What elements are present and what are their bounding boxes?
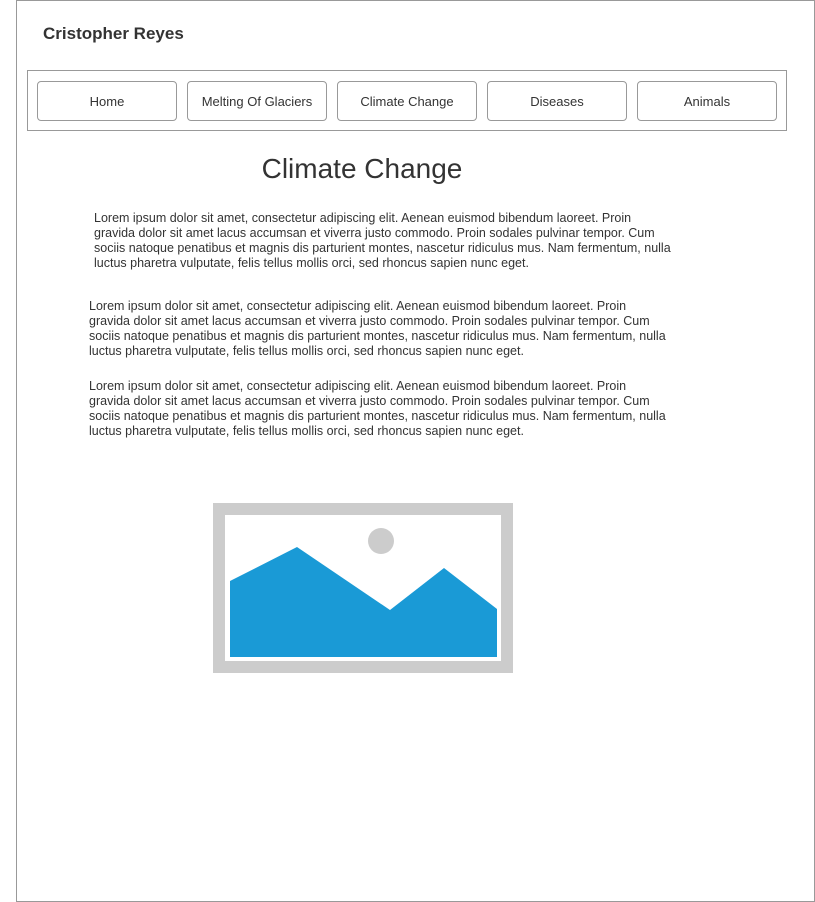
page: Cristopher Reyes Home Melting Of Glacier… <box>0 0 815 902</box>
body-paragraph: Lorem ipsum dolor sit amet, consectetur … <box>89 299 666 358</box>
nav-item-animals[interactable]: Animals <box>637 81 777 121</box>
image-placeholder-icon <box>213 503 513 673</box>
nav-item-diseases[interactable]: Diseases <box>487 81 627 121</box>
page-title: Climate Change <box>261 153 463 184</box>
page-frame <box>16 0 815 902</box>
image-placeholder <box>213 503 513 673</box>
nav-item-climate-change[interactable]: Climate Change <box>337 81 477 121</box>
sun-icon <box>368 528 394 554</box>
nav-item-melting-of-glaciers[interactable]: Melting Of Glaciers <box>187 81 327 121</box>
body-paragraph: Lorem ipsum dolor sit amet, consectetur … <box>94 211 671 270</box>
nav-item-home[interactable]: Home <box>37 81 177 121</box>
site-name: Cristopher Reyes <box>43 24 184 43</box>
body-paragraph: Lorem ipsum dolor sit amet, consectetur … <box>89 379 666 438</box>
